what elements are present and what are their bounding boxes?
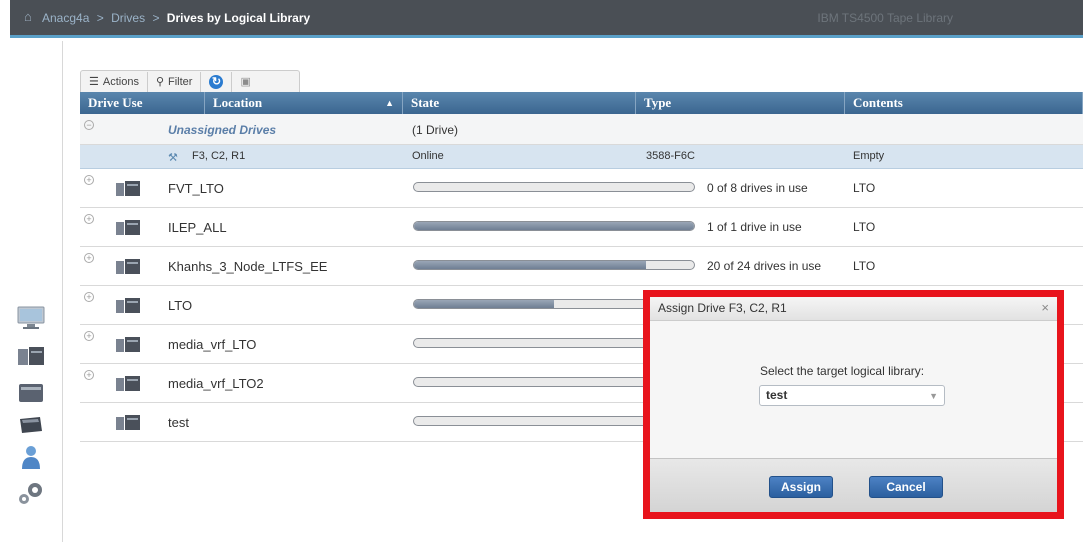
dialog-title: Assign Drive F3, C2, R1 xyxy=(658,301,787,315)
dialog-body: Select the target logical library: test … xyxy=(650,321,1057,458)
usage-progress-fill xyxy=(414,300,554,308)
drive-state: Online xyxy=(412,150,444,162)
top-bar: ⌂ Anacg4a > Drives > Drives by Logical L… xyxy=(10,0,1083,38)
library-name: ILEP_ALL xyxy=(168,220,227,235)
column-type[interactable]: Type xyxy=(636,92,845,114)
home-icon[interactable]: ⌂ xyxy=(24,10,38,24)
filter-button[interactable]: ⚲ Filter xyxy=(148,71,202,92)
expand-icon[interactable]: + xyxy=(84,331,94,341)
drives-in-use: 0 of 8 drives in use xyxy=(707,181,808,195)
chevron-down-icon: ▼ xyxy=(929,391,938,401)
library-name: LTO xyxy=(168,298,193,313)
wrench-drive-icon: ⚒ xyxy=(168,152,178,164)
usage-progress-bar xyxy=(413,221,695,231)
library-contents: LTO xyxy=(853,181,876,195)
expand-icon[interactable]: + xyxy=(84,292,94,302)
drives-in-use: 20 of 24 drives in use xyxy=(707,259,822,273)
cartridge-icon[interactable] xyxy=(16,411,46,439)
usage-progress-bar xyxy=(413,182,695,192)
expand-icon[interactable]: + xyxy=(84,370,94,380)
unassigned-group-row[interactable]: − Unassigned Drives (1 Drive) xyxy=(80,114,1083,145)
table-header: Drive Use Location ▲ State Type Contents xyxy=(80,92,1083,114)
expand-icon[interactable]: + xyxy=(84,175,94,185)
library-contents: LTO xyxy=(853,220,876,234)
drives-in-use: 1 of 1 drive in use xyxy=(707,220,802,234)
drive-icon xyxy=(116,298,140,313)
refresh-button[interactable]: ↻ xyxy=(201,71,233,92)
library-name: test xyxy=(168,415,189,430)
usage-progress-fill xyxy=(414,261,647,269)
save-icon: ▣ xyxy=(240,76,251,88)
drive-icon xyxy=(116,337,140,352)
drive-icon xyxy=(116,376,140,391)
library-row[interactable]: + Khanhs_3_Node_LTFS_EE 20 of 24 drives in… xyxy=(80,247,1083,286)
export-button[interactable]: ▣ xyxy=(232,72,258,92)
column-location-label: Location xyxy=(213,95,263,110)
actions-label: Actions xyxy=(102,75,139,88)
search-icon: ⚲ xyxy=(155,76,165,88)
drive-type: 3588-F6C xyxy=(646,150,695,162)
usage-progress-fill xyxy=(414,222,694,230)
target-library-label: Select the target logical library: xyxy=(760,364,925,378)
library-row[interactable]: + FVT_LTO 0 of 8 drives in use LTO xyxy=(80,169,1083,208)
drive-icon xyxy=(116,415,140,430)
drive-location: F3, C2, R1 xyxy=(192,150,246,162)
filter-label: Filter xyxy=(168,75,193,88)
sort-ascending-icon: ▲ xyxy=(385,98,394,108)
unassigned-count: (1 Drive) xyxy=(412,123,459,137)
expand-icon[interactable]: + xyxy=(84,214,94,224)
settings-icon[interactable] xyxy=(16,479,46,507)
breadcrumb-current: Drives by Logical Library xyxy=(166,11,311,25)
grid-toolbar: ☰ Actions ⚲ Filter ↻ ▣ xyxy=(80,70,300,92)
breadcrumb-separator: > xyxy=(152,11,160,25)
product-name: IBM TS4500 Tape Library xyxy=(817,11,953,25)
dialog-title-bar: Assign Drive F3, C2, R1 × xyxy=(650,297,1057,321)
library-name: media_vrf_LTO xyxy=(168,337,257,352)
selected-drive-row[interactable]: ⚒ F3, C2, R1 Online 3588-F6C Empty xyxy=(80,145,1083,169)
library-row[interactable]: + ILEP_ALL 1 of 1 drive in use LTO xyxy=(80,208,1083,247)
refresh-icon: ↻ xyxy=(209,74,224,89)
library-name: FVT_LTO xyxy=(168,181,224,196)
dialog-footer: Assign Cancel xyxy=(650,458,1057,512)
library-contents: LTO xyxy=(853,259,876,273)
breadcrumb: Anacg4a > Drives > Drives by Logical Lib… xyxy=(42,11,310,25)
collapse-icon[interactable]: − xyxy=(84,120,94,130)
breadcrumb-drives[interactable]: Drives xyxy=(111,11,145,25)
library-name: Khanhs_3_Node_LTFS_EE xyxy=(168,259,328,274)
target-library-value: test xyxy=(766,388,788,402)
target-library-select[interactable]: test ▼ xyxy=(759,385,945,406)
assign-button[interactable]: Assign xyxy=(769,476,833,498)
column-drive-use[interactable]: Drive Use xyxy=(80,92,205,114)
breadcrumb-root[interactable]: Anacg4a xyxy=(42,11,89,25)
monitor-icon[interactable] xyxy=(16,303,46,331)
expand-icon[interactable]: + xyxy=(84,253,94,263)
cancel-button[interactable]: Cancel xyxy=(869,476,943,498)
drive-icon xyxy=(116,181,140,196)
actions-button[interactable]: ☰ Actions xyxy=(81,71,148,92)
library-name: media_vrf_LTO2 xyxy=(168,376,264,391)
column-state[interactable]: State xyxy=(403,92,636,114)
assign-drive-dialog: Assign Drive F3, C2, R1 × Select the tar… xyxy=(650,297,1057,512)
list-icon: ☰ xyxy=(89,76,99,88)
left-nav xyxy=(10,41,63,542)
close-icon[interactable]: × xyxy=(1041,297,1049,319)
drive-contents: Empty xyxy=(853,150,885,162)
storage-icon[interactable] xyxy=(16,379,46,407)
drive-icon[interactable] xyxy=(16,343,46,371)
column-location[interactable]: Location ▲ xyxy=(205,92,403,114)
drive-icon xyxy=(116,259,140,274)
drive-icon xyxy=(116,220,140,235)
column-contents[interactable]: Contents xyxy=(845,92,1083,114)
unassigned-label: Unassigned Drives xyxy=(168,123,277,137)
usage-progress-bar xyxy=(413,260,695,270)
user-icon[interactable] xyxy=(16,443,46,471)
breadcrumb-separator: > xyxy=(96,11,104,25)
